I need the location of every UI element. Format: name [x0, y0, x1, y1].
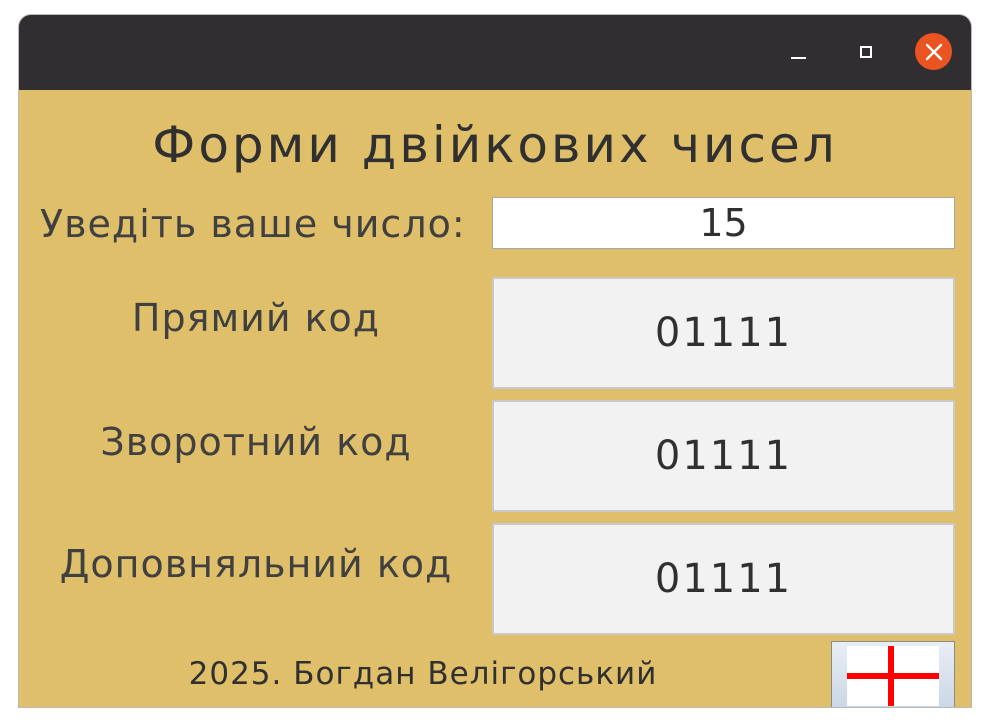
app-window: Форми двійкових чисел Уведіть ваше число…: [19, 15, 971, 707]
direct-code-label: Прямий код: [131, 296, 381, 340]
close-icon: [925, 43, 942, 60]
footer-credit: 2025. Богдан Велігорський: [188, 656, 658, 692]
main-panel: Форми двійкових чисел Уведіть ваше число…: [19, 90, 971, 707]
reverse-code-value: 01111: [492, 400, 955, 512]
maximize-button[interactable]: [853, 39, 879, 65]
title-bar[interactable]: [19, 15, 971, 90]
minimize-button[interactable]: [785, 39, 811, 65]
flag-cross-vertical: [888, 646, 894, 706]
reverse-code-label: Зворотний код: [100, 420, 412, 464]
complement-code-value: 01111: [492, 523, 955, 635]
direct-code-value: 01111: [492, 277, 955, 389]
language-button[interactable]: [831, 641, 955, 707]
maximize-icon: [860, 46, 872, 58]
number-input-label: Уведіть ваше число:: [40, 202, 466, 246]
page-title: Форми двійкових чисел: [152, 116, 838, 174]
number-input[interactable]: [492, 197, 955, 249]
complement-code-label: Доповняльний код: [59, 542, 453, 586]
close-button[interactable]: [915, 33, 952, 70]
england-flag-icon: [847, 646, 939, 706]
minimize-icon: [790, 57, 806, 59]
